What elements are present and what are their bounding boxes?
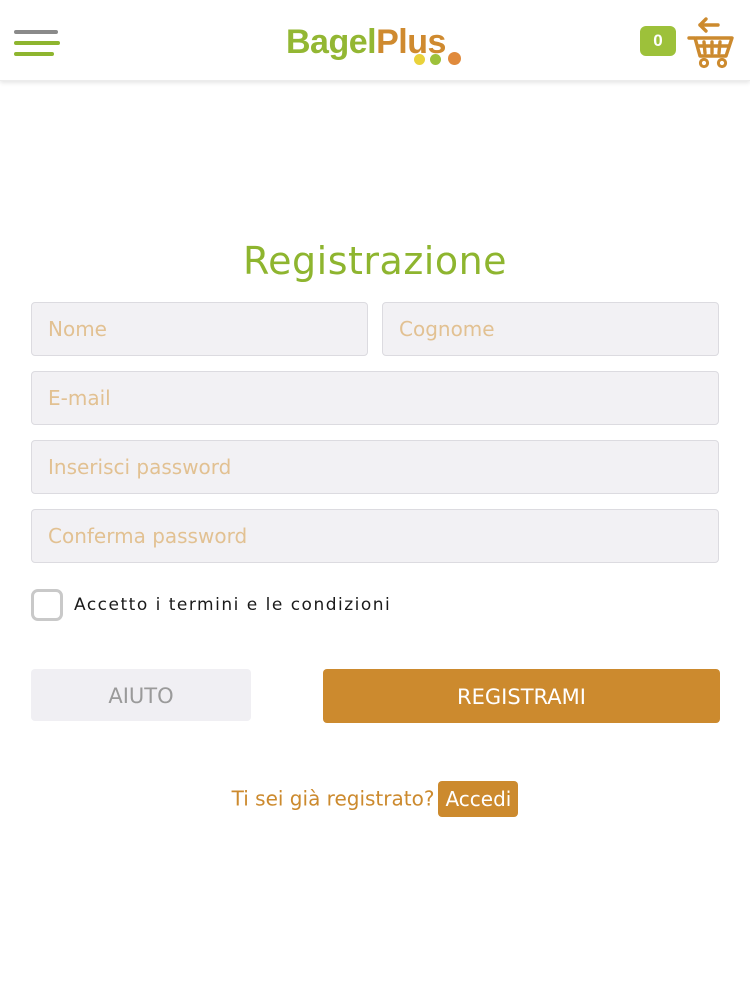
login-link[interactable]: Accedi: [438, 780, 519, 817]
first-name-input[interactable]: [31, 302, 368, 356]
logo-bagel-dots-icon: [412, 52, 472, 66]
logo-dot-yellow: [414, 54, 425, 65]
cart-count-badge[interactable]: 0: [640, 26, 676, 56]
menu-line-middle: [14, 41, 60, 45]
terms-checkbox[interactable]: [31, 589, 63, 621]
logo-dot-orange: [448, 52, 461, 65]
page-title: Registrazione: [242, 239, 508, 283]
help-button[interactable]: AIUTO: [31, 669, 251, 721]
register-button[interactable]: REGISTRAMI: [323, 669, 720, 723]
terms-label[interactable]: Accetto i termini e le condizioni: [74, 591, 391, 619]
login-prompt-row: Ti sei già registrato? Accedi: [0, 778, 750, 817]
last-name-input[interactable]: [382, 302, 719, 356]
login-prompt-text: Ti sei già registrato?: [231, 786, 435, 811]
top-navbar: BagelPlus 0: [0, 0, 750, 81]
shopping-cart-icon[interactable]: [686, 16, 736, 70]
password-input[interactable]: [31, 440, 719, 494]
email-input[interactable]: [31, 371, 719, 425]
confirm-password-input[interactable]: [31, 509, 719, 563]
menu-line-bottom: [14, 52, 54, 56]
bagelplus-logo[interactable]: BagelPlus: [286, 22, 466, 72]
menu-line-top: [14, 30, 58, 34]
logo-dot-green: [430, 54, 441, 65]
logo-text-bagel: Bagel: [286, 23, 377, 61]
hamburger-menu-icon[interactable]: [14, 28, 60, 60]
